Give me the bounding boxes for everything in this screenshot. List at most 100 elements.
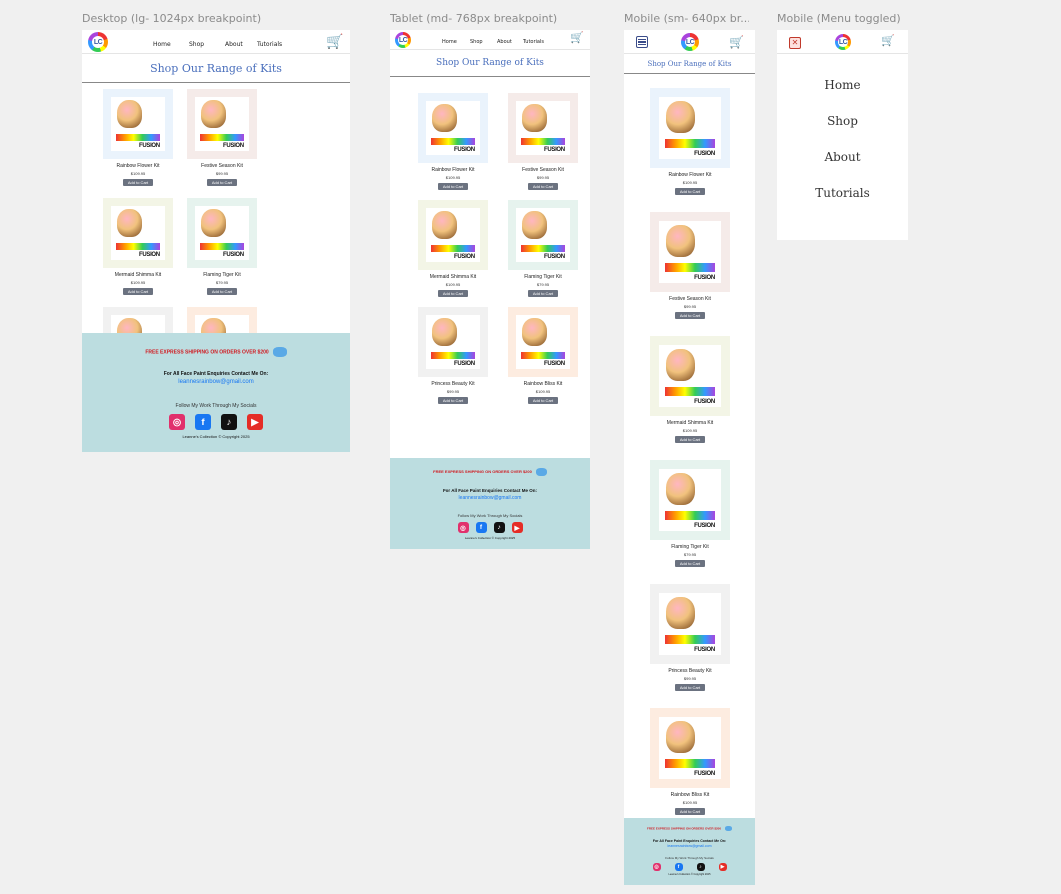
add-to-cart-button[interactable]: Add to Cart — [206, 288, 238, 295]
product-price: $109.95 — [682, 180, 698, 185]
nav-about[interactable]: About — [225, 41, 257, 48]
add-to-cart-button[interactable]: Add to Cart — [674, 312, 706, 319]
product-image[interactable]: FUSION — [418, 200, 488, 270]
brand-text: FUSION — [453, 361, 475, 368]
tablet-footer: FREE EXPRESS SHIPPING ON ORDERS OVER $20… — [390, 458, 590, 549]
mobile-navbar: LC 🛒 — [624, 30, 755, 54]
menu-item-tutorials[interactable]: Tutorials — [777, 186, 908, 222]
product-name: Mermaid Shimma Kit — [429, 274, 477, 280]
youtube-icon[interactable]: ▶ — [718, 863, 727, 871]
tiktok-icon[interactable]: ♪ — [696, 863, 705, 871]
product-image[interactable]: FUSION — [650, 88, 730, 168]
add-to-cart-button[interactable]: Add to Cart — [437, 290, 469, 297]
instagram-icon[interactable]: ◎ — [652, 863, 661, 871]
add-to-cart-button[interactable]: Add to Cart — [437, 397, 469, 404]
menu-item-home[interactable]: Home — [777, 78, 908, 114]
product-image[interactable]: FUSION — [650, 708, 730, 788]
logo-text: LC — [93, 38, 103, 46]
brand-text: FUSION — [543, 361, 565, 368]
product-image[interactable]: FUSION — [418, 307, 488, 377]
logo[interactable]: LC — [835, 34, 851, 50]
product-card: FUSION Princess Beauty Kit $99.95 Add to Ca… — [650, 584, 730, 691]
product-name: Rainbow Flower Kit — [668, 172, 712, 178]
tiktok-icon[interactable]: ♪ — [493, 522, 505, 533]
page-title: Shop Our Range of Kits — [390, 50, 590, 77]
facebook-icon[interactable]: f — [475, 522, 487, 533]
product-name: Rainbow Flower Kit — [116, 163, 160, 169]
product-price: $109.95 — [130, 171, 146, 176]
add-to-cart-button[interactable]: Add to Cart — [527, 397, 559, 404]
add-to-cart-button[interactable]: Add to Cart — [674, 436, 706, 443]
cart-icon[interactable]: 🛒 — [881, 36, 895, 47]
add-to-cart-button[interactable]: Add to Cart — [527, 290, 559, 297]
cart-icon[interactable]: 🛒 — [729, 36, 744, 48]
add-to-cart-button[interactable]: Add to Cart — [122, 179, 154, 186]
nav-shop[interactable]: Shop — [470, 39, 497, 45]
logo[interactable]: LC — [88, 32, 108, 52]
product-price: $109.95 — [445, 282, 461, 287]
logo[interactable]: LC — [395, 32, 411, 48]
product-name: Mermaid Shimma Kit — [666, 420, 714, 426]
product-card: FUSION Rainbow Flower Kit $109.95 Add to Ca… — [650, 88, 730, 195]
product-card: FUSION Rainbow Flower Kit $109.95 Add to Ca… — [96, 89, 180, 186]
product-image[interactable]: FUSION — [103, 89, 173, 159]
facebook-icon[interactable]: f — [195, 414, 211, 430]
add-to-cart-button[interactable]: Add to Cart — [527, 183, 559, 190]
product-image[interactable]: FUSION — [650, 584, 730, 664]
close-menu-icon[interactable]: ✕ — [789, 37, 801, 49]
facebook-icon[interactable]: f — [674, 863, 683, 871]
menu-item-about[interactable]: About — [777, 150, 908, 186]
nav-home[interactable]: Home — [442, 39, 470, 45]
instagram-icon[interactable]: ◎ — [169, 414, 185, 430]
product-name: Rainbow Flower Kit — [431, 167, 475, 173]
product-price: $99.95 — [683, 676, 697, 681]
truck-icon — [725, 826, 733, 831]
desktop-navbar: LC Home Shop About Tutorials 🛒 — [82, 30, 350, 54]
product-image[interactable]: FUSION — [103, 198, 173, 268]
instagram-icon[interactable]: ◎ — [457, 522, 469, 533]
brand-text: FUSION — [453, 254, 475, 261]
product-image[interactable]: FUSION — [508, 307, 578, 377]
product-image[interactable]: FUSION — [508, 200, 578, 270]
product-image[interactable]: FUSION — [650, 212, 730, 292]
copyright: Leanne's Collection © Copyright 2025 — [668, 873, 711, 876]
logo[interactable]: LC — [681, 33, 699, 51]
product-image[interactable]: FUSION — [418, 93, 488, 163]
product-card: FUSION Rainbow Bliss Kit $109.95 Add to Car… — [498, 307, 588, 404]
cart-icon[interactable]: 🛒 — [570, 33, 584, 44]
nav-home[interactable]: Home — [153, 41, 189, 48]
tiktok-icon[interactable]: ♪ — [221, 414, 237, 430]
product-image[interactable]: FUSION — [650, 460, 730, 540]
nav-tutorials[interactable]: Tutorials — [523, 39, 544, 45]
shipping-banner: FREE EXPRESS SHIPPING ON ORDERS OVER $20… — [433, 468, 547, 476]
product-image[interactable]: FUSION — [187, 89, 257, 159]
mobile-menu-frame: ✕ LC 🛒 Home Shop About Tutorials — [777, 30, 908, 240]
product-image[interactable]: FUSION — [187, 198, 257, 268]
hamburger-menu-icon[interactable] — [636, 36, 648, 48]
nav-tutorials[interactable]: Tutorials — [257, 41, 282, 48]
add-to-cart-button[interactable]: Add to Cart — [674, 684, 706, 691]
follow-text: Follow My Work Through My Socials — [665, 856, 714, 860]
youtube-icon[interactable]: ▶ — [247, 414, 263, 430]
product-image[interactable]: FUSION — [650, 336, 730, 416]
add-to-cart-button[interactable]: Add to Cart — [206, 179, 238, 186]
contact-text: For All Face Paint Enquiries Contact Me … — [163, 371, 269, 377]
email-link[interactable]: leannesrainbow@gmail.com — [459, 495, 522, 501]
add-to-cart-button[interactable]: Add to Cart — [674, 188, 706, 195]
cart-icon[interactable]: 🛒 — [326, 34, 343, 48]
email-link[interactable]: leannesrainbow@gmail.com — [667, 844, 711, 848]
menu-item-shop[interactable]: Shop — [777, 114, 908, 150]
tablet-nav-links: Home Shop About Tutorials — [442, 39, 544, 45]
brand-text: FUSION — [543, 147, 565, 154]
youtube-icon[interactable]: ▶ — [511, 522, 523, 533]
add-to-cart-button[interactable]: Add to Cart — [674, 560, 706, 567]
nav-shop[interactable]: Shop — [189, 41, 225, 48]
email-link[interactable]: leannesrainbow@gmail.com — [178, 379, 253, 385]
add-to-cart-button[interactable]: Add to Cart — [674, 808, 706, 815]
product-image[interactable]: FUSION — [508, 93, 578, 163]
nav-about[interactable]: About — [497, 39, 523, 45]
desktop-nav-links: Home Shop About Tutorials — [153, 41, 282, 48]
product-name: Princess Beauty Kit — [668, 668, 712, 674]
add-to-cart-button[interactable]: Add to Cart — [122, 288, 154, 295]
add-to-cart-button[interactable]: Add to Cart — [437, 183, 469, 190]
